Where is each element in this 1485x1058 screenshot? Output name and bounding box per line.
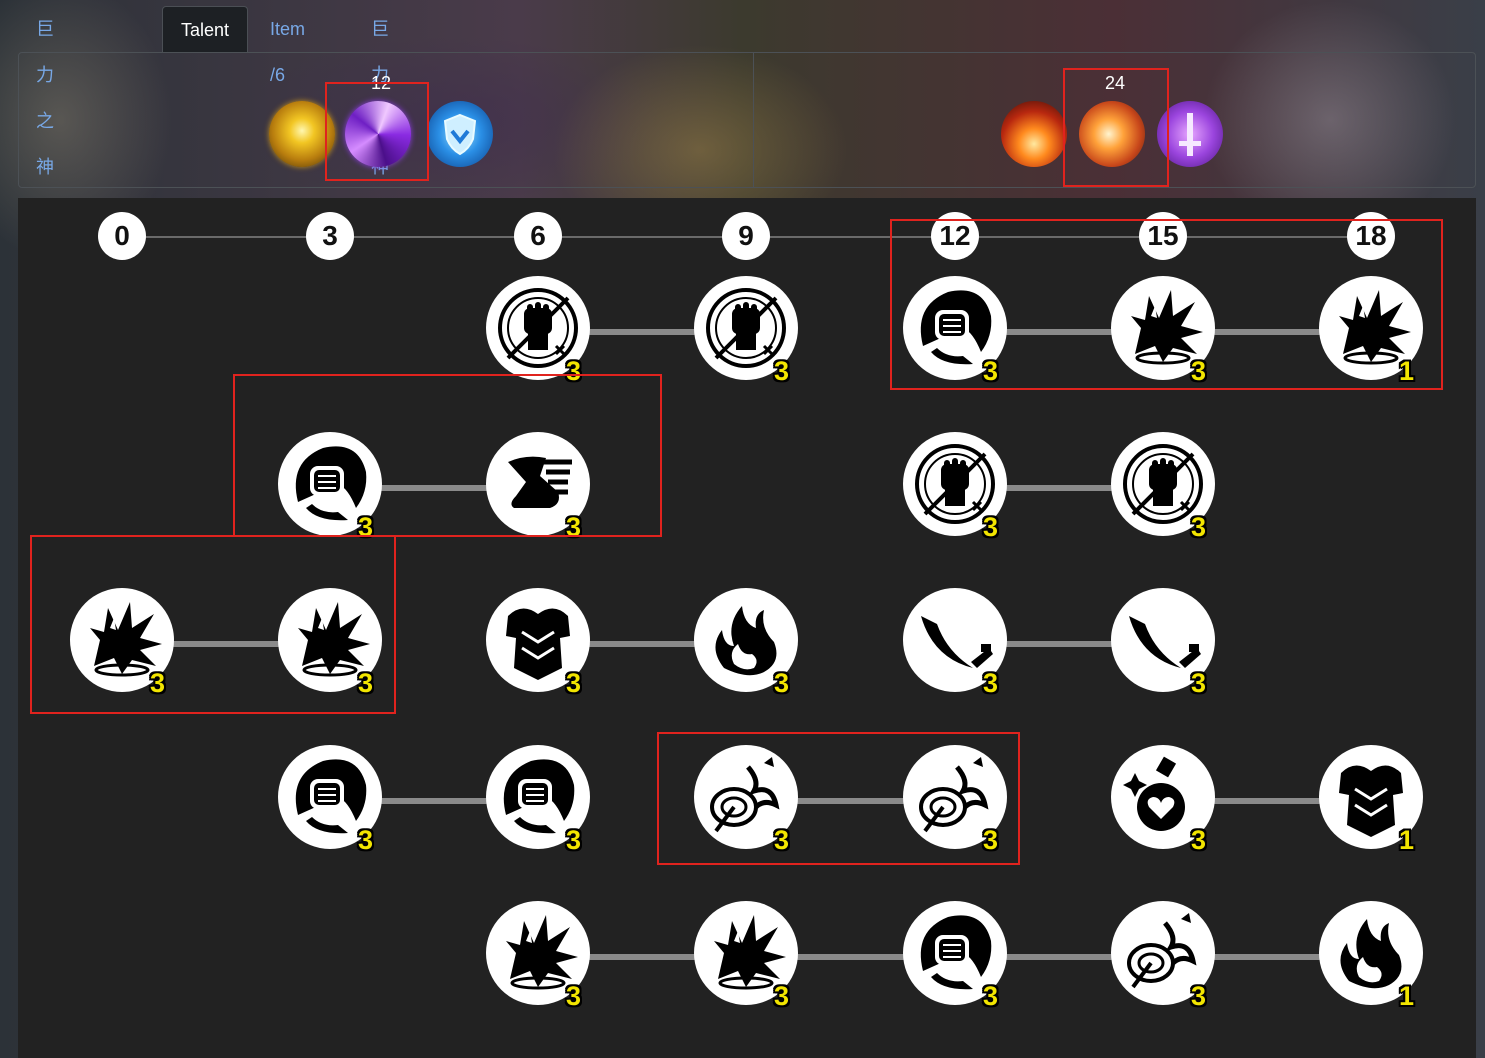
sword-shape xyxy=(1179,113,1201,156)
left-group-level: 12 xyxy=(370,73,392,93)
right-group-level: 24 xyxy=(1104,73,1126,93)
tab-hero-name[interactable]: 巨力之神 xyxy=(353,6,407,177)
talent-node[interactable]: 3 xyxy=(1111,745,1215,855)
talent-node[interactable]: 3 xyxy=(486,276,590,386)
talent-count: 3 xyxy=(774,981,790,1011)
talent-node[interactable]: 3 xyxy=(1111,276,1215,386)
talent-node[interactable]: 3 xyxy=(903,745,1007,855)
talent-count: 3 xyxy=(358,825,374,855)
talent-node[interactable]: 3 xyxy=(1111,901,1215,1011)
talent-count: 3 xyxy=(983,668,999,698)
talent-count: 3 xyxy=(1191,981,1207,1011)
talent-node[interactable]: 3 xyxy=(486,432,590,542)
talent-node[interactable]: 3 xyxy=(278,588,382,698)
talent-count: 3 xyxy=(983,356,999,386)
panel-divider xyxy=(753,53,754,187)
purple-sword-icon[interactable] xyxy=(1157,101,1223,167)
fire-explosion-icon[interactable] xyxy=(1001,101,1067,167)
purple-vortex-icon[interactable] xyxy=(345,101,411,167)
talent-count: 1 xyxy=(1399,981,1415,1011)
talent-count: 3 xyxy=(566,981,582,1011)
talent-count: 1 xyxy=(1399,825,1415,855)
talent-node[interactable]: 3 xyxy=(486,745,590,855)
talent-node[interactable]: 3 xyxy=(903,588,1007,698)
level-marker-6: 6 xyxy=(514,212,562,260)
talent-node[interactable]: 3 xyxy=(903,432,1007,542)
golden-burst-icon[interactable] xyxy=(269,101,335,167)
talent-count: 3 xyxy=(566,512,582,542)
talent-node[interactable]: 3 xyxy=(1111,432,1215,542)
talent-count: 3 xyxy=(358,512,374,542)
level-marker-9: 9 xyxy=(722,212,770,260)
talent-count: 3 xyxy=(1191,825,1207,855)
talent-node[interactable]: 3 xyxy=(903,901,1007,1011)
level-marker-18: 18 xyxy=(1347,212,1395,260)
blue-shield-icon[interactable] xyxy=(427,101,493,167)
talent-count: 3 xyxy=(774,825,790,855)
fireball-icon[interactable] xyxy=(1079,101,1145,167)
tab-talent[interactable]: Talent xyxy=(162,6,249,52)
shield-shape xyxy=(443,113,477,156)
talent-count: 3 xyxy=(1191,356,1207,386)
tab-item[interactable]: Item /6 xyxy=(252,6,323,85)
talent-node[interactable]: 3 xyxy=(903,276,1007,386)
talent-count: 3 xyxy=(566,825,582,855)
talent-node[interactable]: 1 xyxy=(1319,276,1423,386)
talent-count: 3 xyxy=(566,356,582,386)
talent-node[interactable]: 3 xyxy=(486,901,590,1011)
talent-node[interactable]: 3 xyxy=(486,588,590,698)
talent-node[interactable]: 1 xyxy=(1319,745,1423,855)
talent-node[interactable]: 3 xyxy=(278,745,382,855)
talent-node[interactable]: 3 xyxy=(694,901,798,1011)
hero-skill-panel: 12 24 xyxy=(18,52,1476,188)
talent-count: 3 xyxy=(1191,512,1207,542)
talent-count: 3 xyxy=(1191,668,1207,698)
talent-count: 3 xyxy=(774,356,790,386)
talent-node[interactable]: 3 xyxy=(694,745,798,855)
talent-node[interactable]: 3 xyxy=(1111,588,1215,698)
level-marker-12: 12 xyxy=(931,212,979,260)
talent-count: 3 xyxy=(774,668,790,698)
talent-node[interactable]: 3 xyxy=(694,588,798,698)
talent-count: 3 xyxy=(983,981,999,1011)
talent-count: 3 xyxy=(983,825,999,855)
level-marker-0: 0 xyxy=(98,212,146,260)
talent-count: 3 xyxy=(358,668,374,698)
talent-node[interactable]: 1 xyxy=(1319,901,1423,1011)
level-marker-15: 15 xyxy=(1139,212,1187,260)
talent-node[interactable]: 3 xyxy=(694,276,798,386)
talent-count: 3 xyxy=(150,668,166,698)
talent-count: 3 xyxy=(983,512,999,542)
talent-node[interactable]: 3 xyxy=(278,432,382,542)
level-marker-3: 3 xyxy=(306,212,354,260)
talent-count: 3 xyxy=(566,668,582,698)
tab-hero-builds[interactable]: 巨力之神 /32 xyxy=(18,6,79,223)
talent-node[interactable]: 3 xyxy=(70,588,174,698)
talent-count: 1 xyxy=(1399,356,1415,386)
